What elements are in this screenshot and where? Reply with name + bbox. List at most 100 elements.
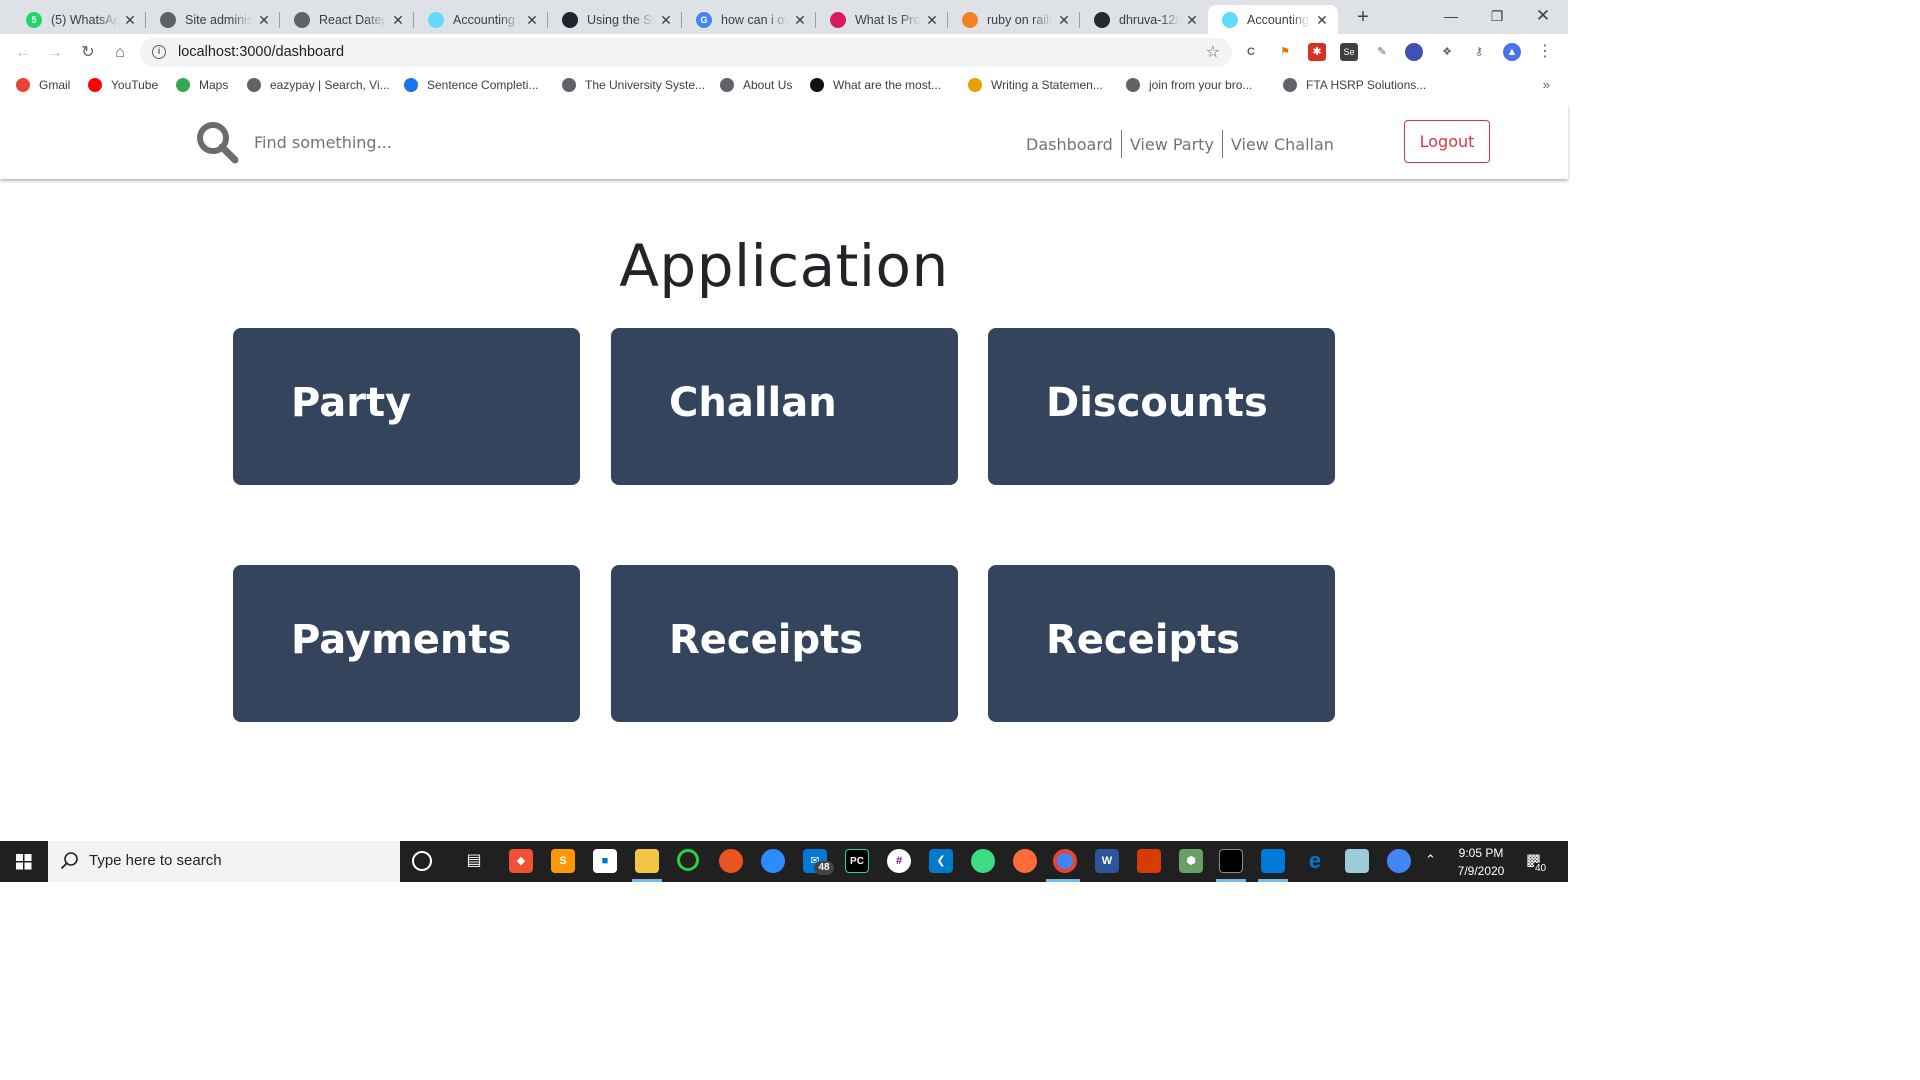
bookmark-item[interactable]: YouTube <box>88 78 158 92</box>
home-button[interactable]: ⌂ <box>109 42 131 64</box>
slack-icon[interactable]: # <box>887 849 911 873</box>
logout-button[interactable]: Logout <box>1404 120 1490 163</box>
new-tab-button[interactable]: + <box>1352 7 1374 29</box>
browser-tab[interactable]: Accounting App ✕ <box>1208 5 1338 34</box>
tab-title: dhruva-12/dashboard <box>1119 12 1180 27</box>
terminal-icon[interactable] <box>1219 849 1243 873</box>
vscode-icon[interactable]: ❮ <box>929 849 953 873</box>
react-icon <box>428 11 444 28</box>
site-info-icon[interactable]: i <box>152 45 166 59</box>
zoom-icon[interactable] <box>761 849 785 873</box>
bookmark-item[interactable]: Maps <box>176 78 228 92</box>
github-icon <box>1094 11 1110 28</box>
browser-tab[interactable]: Ghow can i override ✕ <box>682 5 816 34</box>
file-explorer-icon[interactable] <box>635 849 659 873</box>
taskbar-search[interactable]: Type here to search <box>48 841 400 882</box>
browser-tab[interactable]: What Is Profit ✕ <box>816 5 948 34</box>
close-tab-icon[interactable]: ✕ <box>1056 12 1072 28</box>
card-payments[interactable]: Payments <box>233 565 580 722</box>
close-tab-icon[interactable]: ✕ <box>658 12 674 28</box>
ubuntu-icon[interactable] <box>719 849 743 873</box>
forward-button[interactable]: → <box>44 42 66 64</box>
card-discounts[interactable]: Discounts <box>988 328 1335 485</box>
restore-button[interactable]: ❐ <box>1474 0 1520 34</box>
browser-tab[interactable]: dhruva-12/dashboard ✕ <box>1080 5 1208 34</box>
git-icon[interactable]: ◆ <box>509 849 533 873</box>
more-bookmarks-button[interactable]: » <box>1543 77 1550 92</box>
card-challan[interactable]: Challan <box>611 328 958 485</box>
store-icon[interactable]: ■ <box>593 849 617 873</box>
browser-tab[interactable]: ruby on rails ✕ <box>948 5 1080 34</box>
bookmark-star-icon[interactable]: ☆ <box>1206 42 1220 62</box>
address-bar[interactable]: i localhost:3000/dashboard ☆ <box>140 38 1232 67</box>
close-tab-icon[interactable]: ✕ <box>256 12 272 28</box>
search-input[interactable] <box>254 126 574 158</box>
menu-icon[interactable]: ⋮ <box>1536 43 1554 61</box>
extension-icon[interactable]: ⚑ <box>1276 43 1294 61</box>
browser-tab[interactable]: Accounting App ✕ <box>414 5 548 34</box>
puzzle-icon[interactable]: ❖ <box>1438 43 1456 61</box>
extension-icon[interactable] <box>1405 43 1423 61</box>
nav-link-dashboard[interactable]: Dashboard <box>1018 135 1121 154</box>
browser-tab[interactable]: Site administration ✕ <box>146 5 280 34</box>
tab-title: Accounting App <box>453 12 520 27</box>
close-tab-icon[interactable]: ✕ <box>390 12 406 28</box>
edge-icon[interactable]: e <box>1303 849 1327 873</box>
profile-avatar[interactable]: ▲ <box>1503 43 1521 61</box>
selenium-extension-icon[interactable]: Se <box>1340 43 1358 61</box>
bookmark-item[interactable]: FTA HSRP Solutions... <box>1283 78 1426 92</box>
card-party[interactable]: Party <box>233 328 580 485</box>
close-tab-icon[interactable]: ✕ <box>792 12 808 28</box>
pycharm-icon[interactable]: PC <box>845 849 869 873</box>
chrome-icon[interactable] <box>1053 849 1077 873</box>
bookmark-item[interactable]: Writing a Statemen... <box>968 78 1103 92</box>
android-studio-icon[interactable] <box>971 849 995 873</box>
node-icon[interactable]: ⬢ <box>1179 849 1203 873</box>
bookmark-item[interactable]: Sentence Completi... <box>404 78 538 92</box>
bookmark-item[interactable]: join from your bro... <box>1126 78 1252 92</box>
taskbar-clock[interactable]: 9:05 PM 7/9/2020 <box>1446 844 1516 880</box>
nav-link-view-challan[interactable]: View Challan <box>1223 135 1342 154</box>
browser-tab[interactable]: 5 (5) WhatsApp ✕ <box>12 5 146 34</box>
close-tab-icon[interactable]: ✕ <box>524 12 540 28</box>
bookmark-item[interactable]: The University Syste... <box>562 78 705 92</box>
browser-tab[interactable]: Using the State Hook ✕ <box>548 5 682 34</box>
search-icon[interactable] <box>194 119 240 165</box>
key-icon[interactable]: ⚷ <box>1470 43 1488 61</box>
close-window-button[interactable]: ✕ <box>1520 0 1566 34</box>
card-label: Party <box>291 380 412 426</box>
card-receipts[interactable]: Receipts <box>611 565 958 722</box>
extension-icon[interactable]: ✱ <box>1308 43 1326 61</box>
postman-icon[interactable] <box>1013 849 1037 873</box>
card-receipts-2[interactable]: Receipts <box>988 565 1335 722</box>
bookmark-favicon-icon <box>968 78 982 92</box>
bookmark-favicon-icon <box>720 78 734 92</box>
minimize-button[interactable]: — <box>1428 0 1474 34</box>
reload-button[interactable]: ↻ <box>77 42 99 64</box>
app-icon[interactable] <box>677 849 699 871</box>
task-view-icon[interactable]: ▤ <box>462 849 486 873</box>
bookmark-item[interactable]: Gmail <box>16 78 70 92</box>
office-icon[interactable] <box>1137 849 1161 873</box>
extension-icon[interactable]: C <box>1242 43 1260 61</box>
back-button[interactable]: ← <box>12 42 34 64</box>
cortana-icon[interactable] <box>412 851 432 871</box>
sublime-icon[interactable]: S <box>551 849 575 873</box>
browser-tab[interactable]: React Datepicker ✕ <box>280 5 414 34</box>
app-icon[interactable] <box>1345 849 1369 873</box>
extension-icon[interactable]: ✎ <box>1373 43 1391 61</box>
bookmark-item[interactable]: What are the most... <box>810 78 941 92</box>
close-tab-icon[interactable]: ✕ <box>1184 12 1200 28</box>
close-tab-icon[interactable]: ✕ <box>122 12 138 28</box>
bookmark-item[interactable]: eazypay | Search, Vi... <box>247 78 390 92</box>
bookmark-item[interactable]: About Us <box>720 78 792 92</box>
photos-icon[interactable] <box>1261 849 1285 873</box>
chromium-icon[interactable] <box>1387 849 1411 873</box>
nav-link-view-party[interactable]: View Party <box>1122 135 1222 154</box>
close-tab-icon[interactable]: ✕ <box>924 12 940 28</box>
word-icon[interactable]: W <box>1095 849 1119 873</box>
tray-chevron-icon[interactable]: ⌃ <box>1425 852 1436 868</box>
windows-start-icon[interactable] <box>0 841 48 882</box>
tab-title: Accounting App <box>1247 12 1310 27</box>
close-tab-icon[interactable]: ✕ <box>1314 12 1330 28</box>
